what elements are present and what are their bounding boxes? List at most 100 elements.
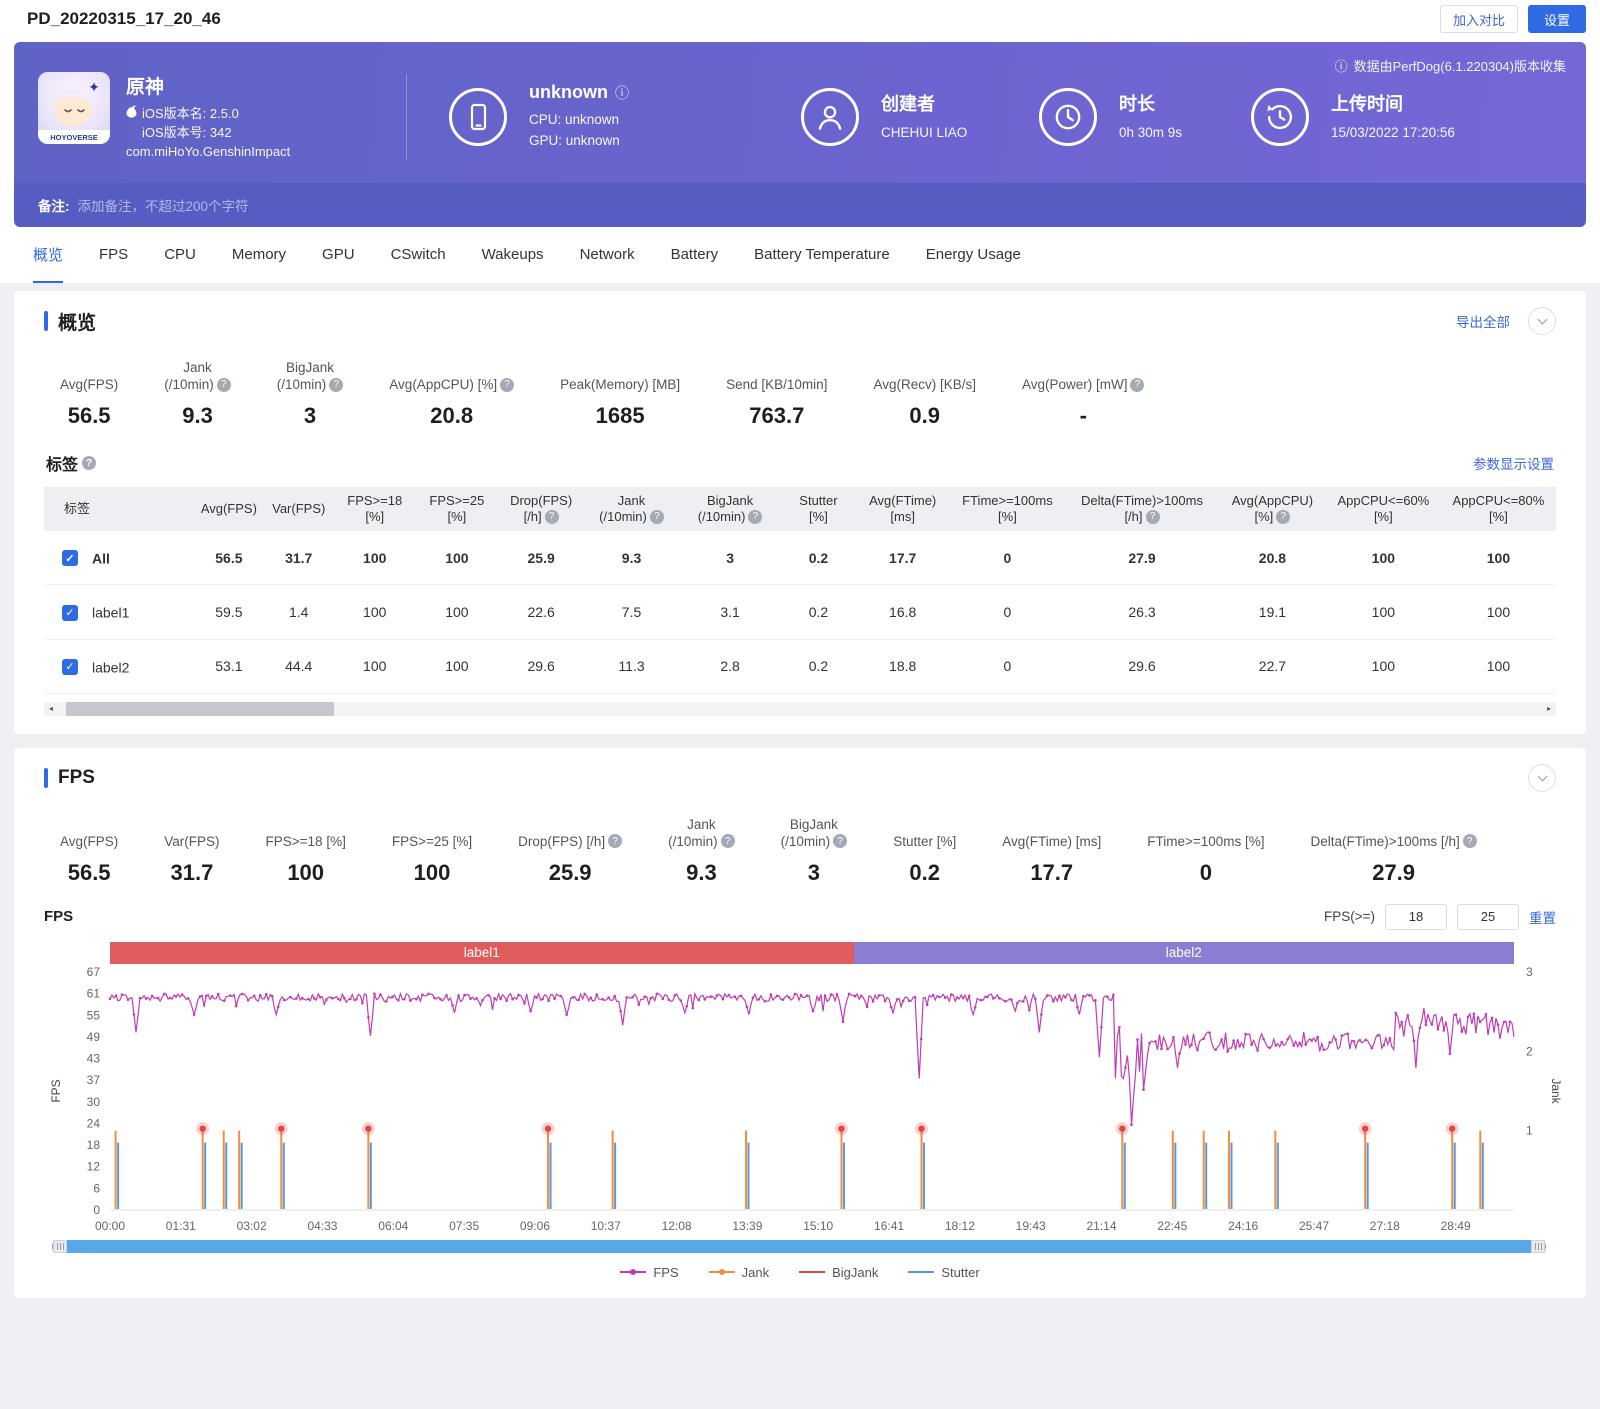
fps-metric-6: BigJank(/10min)?3: [781, 812, 848, 886]
cell-All-12: 100: [1326, 531, 1441, 585]
help-icon[interactable]: ?: [833, 834, 847, 848]
scroll-right-icon[interactable]: ▸: [1542, 702, 1556, 716]
cell-label1-2: 100: [334, 585, 416, 639]
legend-BigJank[interactable]: BigJank: [799, 1265, 878, 1280]
reset-link[interactable]: 重置: [1529, 907, 1556, 927]
overview-metric-2: BigJank(/10min)?3: [277, 355, 344, 429]
svg-text:15:10: 15:10: [803, 1219, 833, 1233]
row-checkbox-label1[interactable]: ✓: [62, 605, 78, 621]
help-icon[interactable]: ?: [1463, 834, 1477, 848]
row-label: All: [92, 550, 110, 566]
collapse-overview-button[interactable]: [1528, 307, 1556, 335]
tab-CPU[interactable]: CPU: [164, 227, 196, 283]
tab-Battery Temperature[interactable]: Battery Temperature: [754, 227, 890, 283]
svg-text:30: 30: [87, 1095, 101, 1109]
collect-info-text: 数据由PerfDog(6.1.220304)版本收集: [1354, 56, 1566, 75]
fps-threshold-label: FPS(>=): [1324, 909, 1375, 924]
overview-metric-5: Send [KB/10min]763.7: [726, 355, 827, 429]
help-icon[interactable]: ?: [500, 378, 514, 392]
overview-metric-7: Avg(Power) [mW]?-: [1022, 355, 1145, 429]
duration-label: 时长: [1119, 90, 1182, 116]
help-icon[interactable]: ?: [1146, 510, 1160, 524]
cell-label2-8: 18.8: [855, 639, 950, 693]
cell-label2-2: 100: [334, 639, 416, 693]
fps-metric-value-3: 100: [392, 860, 472, 886]
help-icon[interactable]: ?: [1276, 510, 1290, 524]
cell-label1-1: 1.4: [264, 585, 334, 639]
legend-Jank[interactable]: Jank: [709, 1265, 769, 1280]
col-header-4: FPS>=25[%]: [416, 487, 498, 531]
help-icon[interactable]: ?: [721, 834, 735, 848]
fps-metric-1: Var(FPS)31.7: [164, 812, 219, 886]
scroll-thumb[interactable]: [66, 702, 334, 716]
help-icon[interactable]: ?: [1130, 378, 1144, 392]
help-icon[interactable]: ?: [748, 510, 762, 524]
fps-metric-value-0: 56.5: [60, 860, 118, 886]
chart-range-scrollbar[interactable]: [52, 1240, 1546, 1253]
collapse-fps-button[interactable]: [1528, 764, 1556, 792]
tab-Network[interactable]: Network: [580, 227, 635, 283]
col-header-10: FTime>=100ms[%]: [950, 487, 1065, 531]
tab-Wakeups[interactable]: Wakeups: [482, 227, 544, 283]
range-handle-right[interactable]: [1531, 1240, 1545, 1253]
svg-text:49: 49: [87, 1030, 101, 1044]
tab-Energy Usage[interactable]: Energy Usage: [926, 227, 1021, 283]
tab-FPS[interactable]: FPS: [99, 227, 128, 283]
tab-Battery[interactable]: Battery: [671, 227, 719, 283]
range-handle-left[interactable]: [53, 1240, 67, 1253]
device-info-icon[interactable]: ⓘ: [615, 83, 629, 103]
tab-GPU[interactable]: GPU: [322, 227, 355, 283]
legend-FPS[interactable]: FPS: [620, 1265, 678, 1280]
help-icon[interactable]: ?: [329, 378, 343, 392]
row-checkbox-All[interactable]: ✓: [62, 550, 78, 566]
duration-value: 0h 30m 9s: [1119, 122, 1182, 143]
fps-title: FPS: [58, 767, 95, 789]
help-icon[interactable]: ?: [545, 510, 559, 524]
svg-text:55: 55: [87, 1008, 101, 1022]
svg-text:00:00: 00:00: [95, 1219, 125, 1233]
fps-threshold-min-input[interactable]: [1385, 904, 1447, 930]
param-display-settings-link[interactable]: 参数显示设置: [1473, 453, 1554, 473]
tab-Memory[interactable]: Memory: [232, 227, 286, 283]
col-header-3: FPS>=18[%]: [334, 487, 416, 531]
cell-All-3: 100: [416, 531, 498, 585]
cell-All-2: 100: [334, 531, 416, 585]
export-all-link[interactable]: 导出全部: [1456, 311, 1510, 331]
cell-label1-5: 7.5: [584, 585, 679, 639]
fps-metric-value-4: 25.9: [518, 860, 622, 886]
svg-text:19:43: 19:43: [1016, 1219, 1046, 1233]
legend-Stutter[interactable]: Stutter: [908, 1265, 979, 1280]
cell-All-13: 100: [1441, 531, 1556, 585]
tags-title: 标签: [46, 451, 78, 475]
fps-metric-value-2: 100: [266, 860, 346, 886]
help-icon[interactable]: ?: [217, 378, 231, 392]
table-h-scrollbar[interactable]: ◂ ▸: [44, 702, 1556, 716]
settings-button[interactable]: 设置: [1528, 5, 1586, 33]
tab-CSwitch[interactable]: CSwitch: [391, 227, 446, 283]
help-icon[interactable]: ?: [608, 834, 622, 848]
section-accent-bar: [44, 768, 48, 788]
help-icon[interactable]: ?: [650, 510, 664, 524]
fps-chart-title: FPS: [44, 908, 73, 925]
cell-All-7: 0.2: [781, 531, 855, 585]
cell-All-5: 9.3: [584, 531, 679, 585]
fps-metric-2: FPS>=18 [%]100: [266, 812, 346, 886]
apple-icon: [126, 104, 137, 123]
topbar: PD_20220315_17_20_46 加入对比 设置: [0, 0, 1600, 38]
tab-概览[interactable]: 概览: [33, 227, 63, 283]
remark-input[interactable]: 添加备注，不超过200个字符: [78, 195, 249, 215]
fps-threshold-max-input[interactable]: [1457, 904, 1519, 930]
svg-text:18: 18: [87, 1138, 101, 1152]
row-label: label1: [92, 605, 129, 621]
fps-card: FPS Avg(FPS)56.5Var(FPS)31.7FPS>=18 [%]1…: [14, 748, 1586, 1298]
row-checkbox-label2[interactable]: ✓: [62, 659, 78, 675]
scroll-left-icon[interactable]: ◂: [44, 702, 58, 716]
tags-help-icon[interactable]: ?: [82, 456, 96, 470]
compare-button[interactable]: 加入对比: [1440, 5, 1518, 33]
col-header-14: AppCPU<=80%[%]: [1441, 487, 1556, 531]
cell-label1-12: 100: [1326, 585, 1441, 639]
cell-label2-11: 22.7: [1219, 639, 1326, 693]
svg-text:12: 12: [87, 1160, 101, 1174]
svg-text:03:02: 03:02: [237, 1219, 267, 1233]
fps-chart[interactable]: 6761554943373024181260FPS321Jank00:0001:…: [44, 964, 1556, 1240]
